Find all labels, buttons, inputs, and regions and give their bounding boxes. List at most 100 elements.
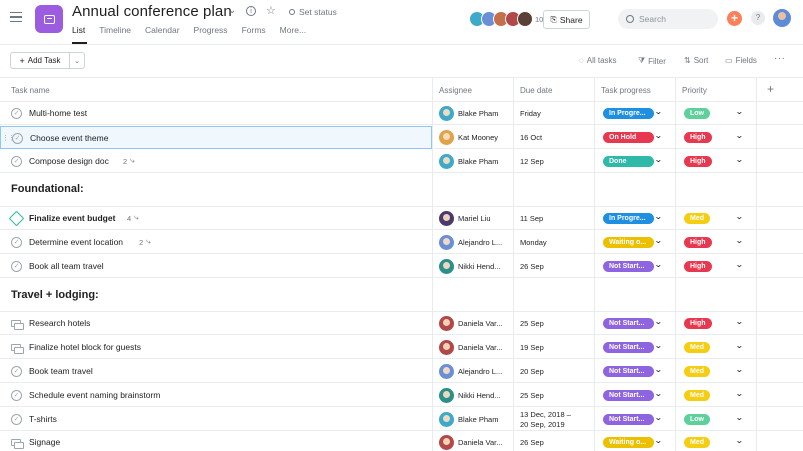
task-name[interactable]: Choose event theme bbox=[30, 133, 108, 143]
task-name[interactable]: Research hotels bbox=[29, 318, 90, 328]
tab-list[interactable]: List bbox=[72, 25, 92, 44]
chevron-down-icon[interactable]: ⌄ bbox=[735, 413, 744, 422]
subtask-count[interactable]: 2 ⤷ bbox=[139, 237, 151, 247]
table-row[interactable]: ⋮⋮ ✓ Choose event theme Kat Mooney 16 Oc… bbox=[0, 126, 803, 149]
priority-badge[interactable]: Low bbox=[684, 108, 710, 119]
progress-badge[interactable]: Waiting o... bbox=[603, 437, 654, 448]
assignee-cell[interactable]: Kat Mooney bbox=[439, 130, 498, 145]
tab-forms[interactable]: Forms bbox=[242, 25, 273, 44]
help-icon[interactable]: ? bbox=[751, 11, 765, 25]
assignee-cell[interactable]: Mariel Liu bbox=[439, 211, 491, 226]
hamburger-menu-icon[interactable] bbox=[10, 12, 22, 23]
complete-check-icon[interactable]: ✓ bbox=[11, 390, 22, 401]
task-name[interactable]: Schedule event naming brainstorm bbox=[29, 390, 160, 400]
priority-badge[interactable]: Med bbox=[684, 342, 710, 353]
chevron-down-icon[interactable]: ⌄ bbox=[654, 131, 663, 140]
priority-badge[interactable]: High bbox=[684, 156, 712, 167]
assignee-cell[interactable]: Blake Pham bbox=[439, 412, 498, 427]
progress-badge[interactable]: Not Start... bbox=[603, 261, 654, 272]
priority-badge[interactable]: High bbox=[684, 318, 712, 329]
all-tasks-button[interactable]: ◌ All tasks bbox=[579, 56, 617, 65]
filter-button[interactable]: ⧩ Filter bbox=[638, 56, 666, 66]
chevron-down-icon[interactable]: ⌄ bbox=[654, 317, 663, 326]
tab-timeline[interactable]: Timeline bbox=[99, 25, 138, 44]
task-name[interactable]: Compose design doc bbox=[29, 156, 109, 166]
chevron-down-icon[interactable]: ⌄ bbox=[735, 155, 744, 164]
table-row[interactable]: ✓ Schedule event naming brainstorm Nikki… bbox=[0, 384, 803, 407]
sort-button[interactable]: ⇅ Sort bbox=[684, 56, 708, 65]
priority-badge[interactable]: Med bbox=[684, 390, 710, 401]
task-name-cell[interactable]: ✓ Schedule event naming brainstorm bbox=[0, 384, 432, 407]
due-date[interactable]: 19 Sep bbox=[520, 343, 544, 353]
progress-badge[interactable]: Done bbox=[603, 156, 654, 167]
due-date[interactable]: 16 Oct bbox=[520, 133, 542, 143]
chevron-down-icon[interactable]: ⌄ bbox=[735, 317, 744, 326]
progress-badge[interactable]: Not Start... bbox=[603, 414, 654, 425]
priority-badge[interactable]: High bbox=[684, 261, 712, 272]
chevron-down-icon[interactable]: ⌄ bbox=[735, 236, 744, 245]
chevron-down-icon[interactable]: ⌄ bbox=[654, 236, 663, 245]
approval-icon[interactable] bbox=[11, 343, 24, 354]
table-row[interactable]: Finalize event budget 4 ⤷ Mariel Liu 11 … bbox=[0, 207, 803, 230]
task-name[interactable]: Determine event location bbox=[29, 237, 123, 247]
priority-badge[interactable]: High bbox=[684, 237, 712, 248]
progress-badge[interactable]: Not Start... bbox=[603, 366, 654, 377]
task-name-cell[interactable]: Research hotels bbox=[0, 312, 432, 335]
column-header-assignee[interactable]: Assignee bbox=[439, 86, 472, 95]
chevron-down-icon[interactable]: ⌄ bbox=[735, 389, 744, 398]
assignee-cell[interactable]: Nikki Hend... bbox=[439, 388, 501, 403]
subtask-count[interactable]: 2 ⤷ bbox=[123, 156, 135, 166]
table-row[interactable]: Finalize hotel block for guests Daniela … bbox=[0, 336, 803, 359]
priority-badge[interactable]: Med bbox=[684, 213, 710, 224]
task-name-cell[interactable]: ✓ T-shirts bbox=[0, 408, 432, 431]
chevron-down-icon[interactable]: ⌄ bbox=[735, 260, 744, 269]
chevron-down-icon[interactable]: ⌄ bbox=[654, 341, 663, 350]
tab-progress[interactable]: Progress bbox=[194, 25, 235, 44]
table-row[interactable]: ✓ T-shirts Blake Pham 13 Dec, 2018 – 20 … bbox=[0, 408, 803, 431]
assignee-cell[interactable]: Daniela Var... bbox=[439, 340, 502, 355]
task-name-cell[interactable]: ✓ Multi-home test bbox=[0, 102, 432, 125]
add-task-button[interactable]: + Add Task bbox=[11, 53, 70, 68]
section-header-foundational[interactable]: Foundational: bbox=[11, 183, 84, 195]
task-name-cell[interactable]: ✓ Book team travel bbox=[0, 360, 432, 383]
priority-badge[interactable]: Low bbox=[684, 414, 710, 425]
progress-badge[interactable]: Not Start... bbox=[603, 390, 654, 401]
table-row[interactable]: ✓ Book all team travel Nikki Hend... 26 … bbox=[0, 255, 803, 278]
milestone-icon[interactable] bbox=[8, 210, 25, 227]
due-date[interactable]: 12 Sep bbox=[520, 157, 544, 167]
task-name-cell[interactable]: Finalize event budget 4 ⤷ bbox=[0, 207, 432, 230]
assignee-cell[interactable]: Alejandro L... bbox=[439, 235, 502, 250]
table-row[interactable]: ✓ Multi-home test Blake Pham Friday In P… bbox=[0, 102, 803, 125]
chevron-down-icon[interactable]: ⌄ bbox=[654, 107, 663, 116]
assignee-cell[interactable]: Nikki Hend... bbox=[439, 259, 501, 274]
task-name-cell[interactable]: Finalize hotel block for guests bbox=[0, 336, 432, 359]
complete-check-icon[interactable]: ✓ bbox=[11, 366, 22, 377]
progress-badge[interactable]: Not Start... bbox=[603, 342, 654, 353]
task-name[interactable]: Signage bbox=[29, 437, 60, 447]
chevron-down-icon[interactable]: ⌄ bbox=[654, 413, 663, 422]
task-name[interactable]: Book team travel bbox=[29, 366, 93, 376]
assignee-cell[interactable]: Daniela Var... bbox=[439, 435, 502, 450]
search-box[interactable] bbox=[618, 9, 718, 29]
progress-badge[interactable]: In Progre... bbox=[603, 213, 654, 224]
approval-icon[interactable] bbox=[11, 319, 24, 330]
chevron-down-icon[interactable]: ⌄ bbox=[654, 389, 663, 398]
set-status-button[interactable]: Set status bbox=[289, 7, 337, 17]
share-button[interactable]: ⎘ Share bbox=[543, 10, 590, 29]
complete-check-icon[interactable]: ✓ bbox=[11, 261, 22, 272]
task-name[interactable]: Finalize event budget bbox=[29, 213, 115, 223]
task-name-cell[interactable]: ✓ Book all team travel bbox=[0, 255, 432, 278]
progress-badge[interactable]: In Progre... bbox=[603, 108, 654, 119]
task-name-cell[interactable]: Signage bbox=[0, 431, 432, 451]
priority-badge[interactable]: Med bbox=[684, 437, 710, 448]
assignee-cell[interactable]: Daniela Var... bbox=[439, 316, 502, 331]
chevron-down-icon[interactable]: ⌄ bbox=[735, 131, 744, 140]
search-input[interactable] bbox=[639, 14, 709, 24]
table-row[interactable]: ✓ Compose design doc 2 ⤷ Blake Pham 12 S… bbox=[0, 150, 803, 173]
task-name-cell[interactable]: ⋮⋮ ✓ Choose event theme bbox=[0, 126, 432, 149]
priority-badge[interactable]: Med bbox=[684, 366, 710, 377]
section-header-travel-lodging[interactable]: Travel + lodging: bbox=[11, 289, 99, 301]
assignee-cell[interactable]: Blake Pham bbox=[439, 106, 498, 121]
complete-check-icon[interactable]: ✓ bbox=[12, 133, 23, 144]
complete-check-icon[interactable]: ✓ bbox=[11, 414, 22, 425]
